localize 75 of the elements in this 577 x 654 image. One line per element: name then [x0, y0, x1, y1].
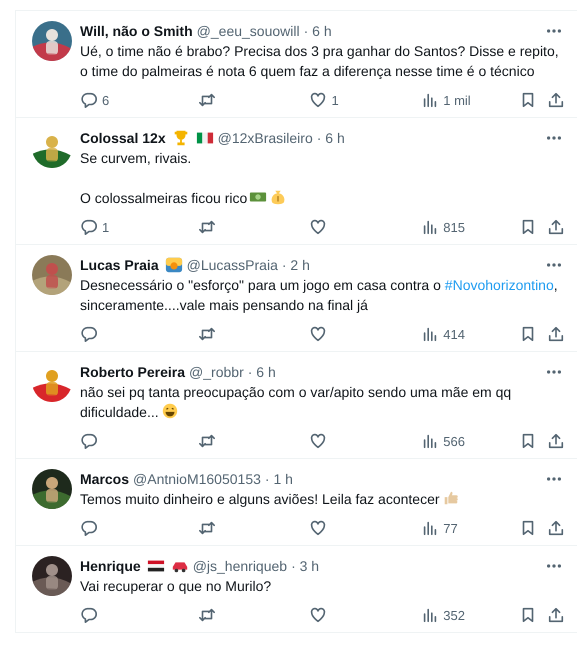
tweet-text: não sei pq tanta preocupação com o var/apito sendo uma mãe em qq dificuldade... [80, 383, 512, 422]
emoji-icon [442, 489, 460, 507]
heart-icon [309, 91, 328, 109]
user-handle[interactable]: @12xBrasileiro [218, 128, 313, 148]
share-icon [547, 606, 566, 624]
views-button[interactable]: 352 [421, 606, 520, 624]
emoji-icon [160, 402, 179, 420]
user-handle[interactable]: @LucassPraia [186, 255, 278, 275]
views-button[interactable]: 1 mil [421, 91, 520, 109]
more-icon [547, 136, 561, 140]
share-button[interactable] [547, 432, 566, 450]
comment-icon [80, 91, 98, 109]
timestamp: · 2 h [282, 256, 310, 275]
timestamp: · 1 h [264, 470, 293, 489]
comment-icon [80, 218, 98, 236]
share-icon [547, 325, 566, 343]
like-button[interactable]: 1 [309, 91, 422, 109]
timestamp: · 6 h [316, 129, 345, 148]
share-button[interactable] [547, 325, 566, 343]
emoji-icon [269, 188, 288, 206]
views-button[interactable]: 815 [421, 218, 520, 236]
heart-icon [309, 432, 328, 450]
share-icon [547, 91, 566, 109]
user-name[interactable]: Marcos [80, 469, 130, 489]
user-handle[interactable]: @_robbr [189, 362, 244, 382]
user-name[interactable]: Lucas Praia [80, 255, 159, 275]
user-handle[interactable]: @js_henriqueb [192, 556, 288, 576]
tweet-text: Ué, o time não é brabo? Precisa dos 3 pra ganhar do Santos? Disse e repito, o time do palmeiras é nota 6 quem faz a diferença nesse time é o técnico [80, 42, 560, 81]
more-icon [547, 370, 561, 374]
more-icon [547, 263, 561, 267]
share-button[interactable] [547, 606, 566, 624]
share-icon [547, 519, 566, 537]
timestamp: · 3 h [291, 557, 320, 576]
more-icon [547, 477, 561, 481]
comment-icon [80, 519, 98, 537]
more-icon [547, 29, 561, 33]
more-icon [547, 564, 561, 568]
repost-icon [198, 606, 216, 624]
share-button[interactable] [547, 519, 566, 537]
heart-icon [309, 519, 328, 537]
repost-icon [198, 91, 216, 109]
views-button[interactable]: 566 [421, 432, 520, 450]
user-handle[interactable]: @AntnioM16050153 [133, 469, 261, 489]
share-icon [547, 218, 566, 236]
tweet-text: Se curvem, rivais. [80, 149, 192, 168]
tweet-text: Temos muito dinheiro e alguns aviões! Leila faz acontecer [80, 489, 565, 509]
emoji-icon [172, 129, 190, 147]
repost-icon [198, 519, 216, 537]
heart-icon [309, 325, 328, 343]
user-handle[interactable]: @_eeu_souowill [196, 21, 300, 41]
repost-icon [198, 432, 216, 450]
tweet-text: O colossalmeiras ficou rico [80, 188, 565, 208]
reply-button[interactable]: 1 [80, 218, 198, 236]
user-name[interactable]: Roberto Pereira [80, 362, 186, 382]
share-icon [547, 432, 566, 450]
emoji-icon [164, 256, 183, 274]
user-name[interactable]: Henrique [80, 556, 141, 576]
timestamp: · 6 h [248, 363, 276, 382]
user-name[interactable]: Will, não o Smith [80, 21, 193, 41]
repost-icon [198, 325, 216, 343]
views-button[interactable]: 77 [421, 519, 520, 537]
user-name[interactable]: Colossal 12x [80, 128, 166, 148]
tweet-text: Desnecessário o "esforço" para um jogo em casa contra o #Novohorizontino, sinceramente....vale mais pensando na final já [80, 276, 559, 315]
repost-icon [198, 218, 216, 236]
share-button[interactable] [547, 218, 566, 236]
comment-icon [80, 432, 98, 450]
tweet-text: Vai recuperar o que no Murilo? [80, 577, 272, 596]
comment-icon [80, 325, 98, 343]
timestamp: · 6 h [304, 22, 332, 41]
comment-icon [80, 606, 98, 624]
views-button[interactable]: 414 [421, 325, 520, 343]
heart-icon [309, 606, 328, 624]
reply-button[interactable]: 6 [80, 91, 198, 109]
share-button[interactable] [547, 91, 566, 109]
heart-icon [309, 218, 328, 236]
